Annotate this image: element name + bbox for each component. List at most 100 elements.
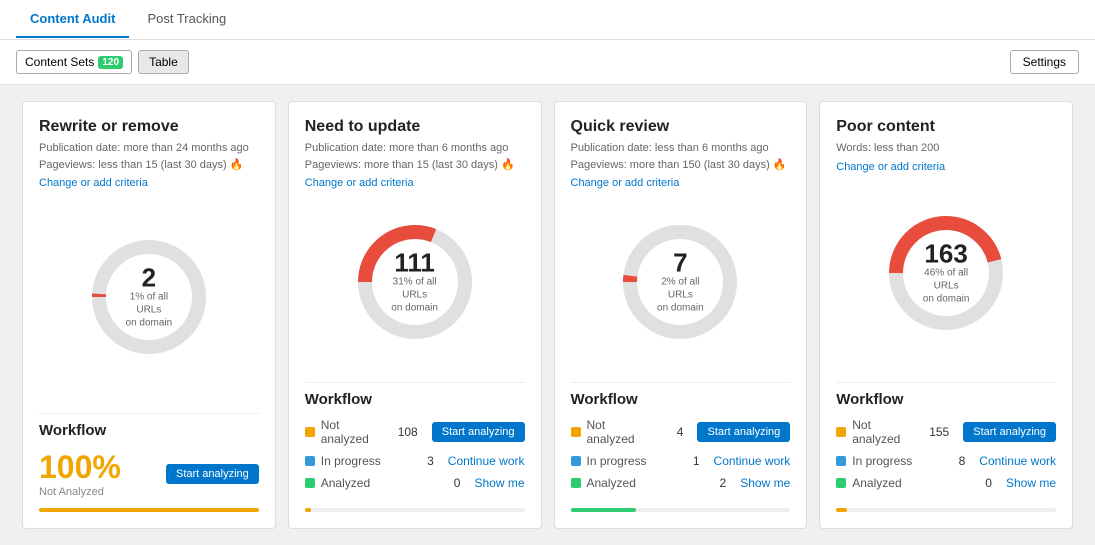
workflow-item: Analyzed 0 Show me [305, 476, 525, 490]
tab-post-tracking[interactable]: Post Tracking [133, 1, 240, 38]
donut-label: 2% of all URLson domain [650, 275, 710, 314]
donut-number: 2 [119, 265, 179, 291]
workflow-action-link[interactable]: Continue work [448, 454, 525, 468]
big-percent: 100% [39, 449, 121, 486]
donut-label: 31% of all URLson domain [385, 275, 445, 314]
progress-bar [39, 508, 259, 512]
workflow-count: 4 [659, 425, 683, 439]
workflow-dot [836, 478, 846, 488]
section-divider [305, 382, 525, 383]
workflow-dot [571, 456, 581, 466]
donut-number: 7 [650, 249, 710, 275]
workflow-action-link[interactable]: Show me [474, 476, 524, 490]
workflow-dot [305, 478, 315, 488]
card-quick: Quick review Publication date: less than… [554, 101, 808, 529]
donut-chart: 7 2% of all URLson domain [620, 222, 740, 342]
card-title: Poor content [836, 118, 1056, 136]
settings-button[interactable]: Settings [1010, 50, 1079, 74]
card-subtitle1: Publication date: more than 24 months ag… [39, 140, 259, 157]
start-analyzing-button[interactable]: Start analyzing [432, 422, 525, 442]
toolbar-left: Content Sets 120 Table [16, 50, 189, 74]
progress-bar-fill [39, 508, 259, 512]
workflow-label: In progress [587, 454, 670, 468]
workflow-label: In progress [852, 454, 935, 468]
start-analyzing-button[interactable]: Start analyzing [963, 422, 1056, 442]
progress-bar-fill [571, 508, 637, 512]
workflow-item: Analyzed 0 Show me [836, 476, 1056, 490]
workflow-label: Not analyzed [321, 418, 388, 446]
workflow-title: Workflow [39, 422, 259, 439]
donut-number: 111 [385, 249, 445, 275]
change-criteria-link[interactable]: Change or add criteria [836, 161, 1056, 173]
section-divider [39, 413, 259, 414]
workflow-label: Not analyzed [852, 418, 919, 446]
workflow-label: Not analyzed [587, 418, 654, 446]
card-poor: Poor content Words: less than 200 Change… [819, 101, 1073, 529]
cards-container: Rewrite or remove Publication date: more… [0, 85, 1095, 545]
card-rewrite: Rewrite or remove Publication date: more… [22, 101, 276, 529]
section-divider [571, 382, 791, 383]
toolbar-right: Settings [1010, 50, 1079, 74]
workflow-label: In progress [321, 454, 404, 468]
progress-bar [571, 508, 791, 512]
table-button[interactable]: Table [138, 50, 189, 74]
workflow-item: Not analyzed 108 Start analyzing [305, 418, 525, 446]
card-subtitle1: Words: less than 200 [836, 140, 1056, 157]
content-sets-button[interactable]: Content Sets 120 [16, 50, 132, 74]
workflow-dot [836, 427, 846, 437]
card-title: Quick review [571, 118, 791, 136]
progress-bar-fill [836, 508, 847, 512]
donut-section: 7 2% of all URLson domain [571, 189, 791, 374]
workflow-count: 0 [436, 476, 460, 490]
workflow-count: 108 [394, 425, 418, 439]
tab-content-audit[interactable]: Content Audit [16, 1, 129, 38]
workflow-label: Analyzed [587, 476, 697, 490]
donut-chart: 111 31% of all URLson domain [355, 222, 475, 342]
progress-bar-fill [305, 508, 312, 512]
workflow-item: In progress 8 Continue work [836, 454, 1056, 468]
card-subtitle2: Pageviews: more than 150 (last 30 days) … [571, 157, 791, 174]
donut-number: 163 [916, 241, 976, 267]
section-divider [836, 382, 1056, 383]
start-analyzing-button[interactable]: Start analyzing [697, 422, 790, 442]
card-update: Need to update Publication date: more th… [288, 101, 542, 529]
workflow-item: Analyzed 2 Show me [571, 476, 791, 490]
donut-center: 7 2% of all URLson domain [650, 249, 710, 314]
workflow-action-link[interactable]: Show me [740, 476, 790, 490]
donut-chart: 163 46% of all URLson domain [886, 213, 1006, 333]
workflow-count: 3 [410, 454, 434, 468]
workflow-item: Not analyzed 4 Start analyzing [571, 418, 791, 446]
top-nav: Content Audit Post Tracking [0, 0, 1095, 40]
card-subtitle1: Publication date: less than 6 months ago [571, 140, 791, 157]
content-sets-badge: 120 [98, 56, 123, 69]
workflow-title: Workflow [836, 391, 1056, 408]
workflow-action-link[interactable]: Continue work [979, 454, 1056, 468]
donut-center: 111 31% of all URLson domain [385, 249, 445, 314]
workflow-item: In progress 1 Continue work [571, 454, 791, 468]
card-subtitle2: Pageviews: more than 15 (last 30 days) 🔥 [305, 157, 525, 174]
workflow-action-link[interactable]: Show me [1006, 476, 1056, 490]
progress-bar [836, 508, 1056, 512]
donut-section: 163 46% of all URLson domain [836, 173, 1056, 375]
workflow-dot [571, 478, 581, 488]
workflow-action-link[interactable]: Continue work [714, 454, 791, 468]
donut-chart: 2 1% of all URLson domain [89, 237, 209, 357]
card-title: Rewrite or remove [39, 118, 259, 136]
start-analyzing-button[interactable]: Start analyzing [166, 464, 259, 484]
workflow-count: 1 [676, 454, 700, 468]
workflow-title: Workflow [571, 391, 791, 408]
workflow-summary-row: 100% Not Analyzed Start analyzing [39, 449, 259, 498]
card-subtitle1: Publication date: more than 6 months ago [305, 140, 525, 157]
donut-section: 2 1% of all URLson domain [39, 189, 259, 405]
change-criteria-link[interactable]: Change or add criteria [571, 177, 791, 189]
workflow-count: 2 [702, 476, 726, 490]
change-criteria-link[interactable]: Change or add criteria [305, 177, 525, 189]
workflow-title: Workflow [305, 391, 525, 408]
workflow-dot [836, 456, 846, 466]
change-criteria-link[interactable]: Change or add criteria [39, 177, 259, 189]
not-analyzed-label: Not Analyzed [39, 486, 121, 498]
workflow-dot [305, 427, 315, 437]
donut-center: 2 1% of all URLson domain [119, 265, 179, 330]
content-sets-label: Content Sets [25, 55, 94, 69]
progress-bar [305, 508, 525, 512]
